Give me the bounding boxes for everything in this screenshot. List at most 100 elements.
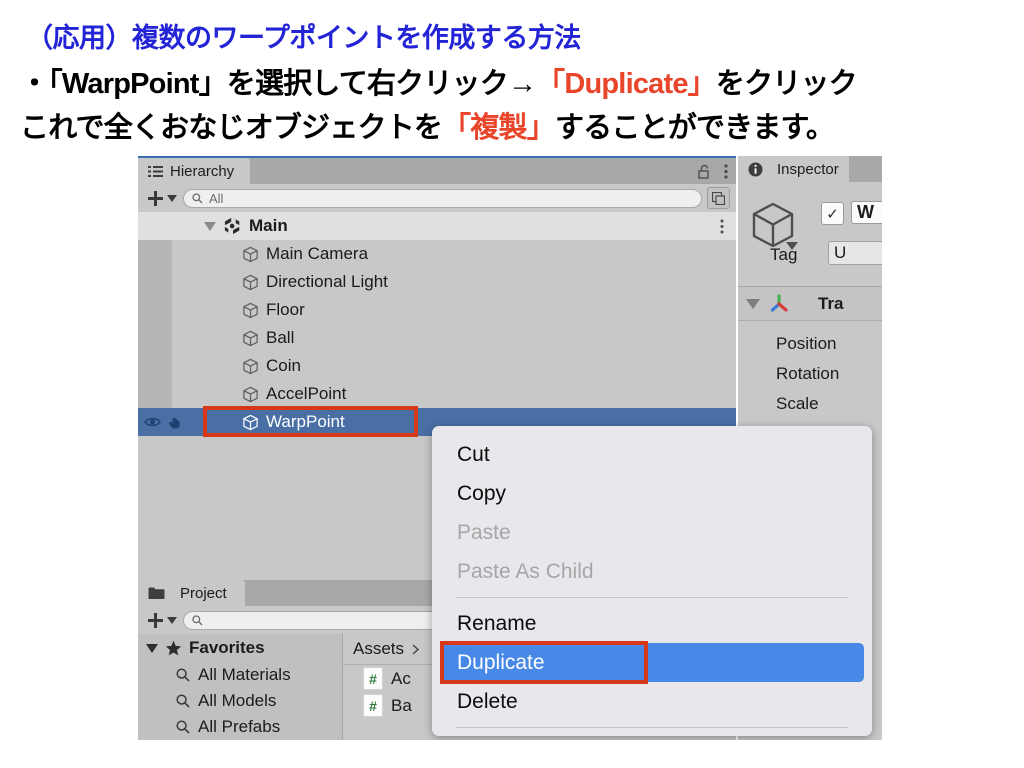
hierarchy-toolbar: All <box>138 184 736 212</box>
hierarchy-item-label: Directional Light <box>266 272 388 291</box>
cube-icon <box>242 246 259 263</box>
hierarchy-item-ball[interactable]: Ball <box>138 324 736 352</box>
warppoint-gutter-icons <box>144 408 182 436</box>
context-menu-item-cut[interactable]: Cut <box>432 435 872 474</box>
hierarchy-item-main-camera[interactable]: Main Camera <box>138 240 736 268</box>
favorites-label: Favorites <box>189 638 265 657</box>
context-menu-item-duplicate-label: Duplicate <box>457 650 545 674</box>
context-menu-item-copy[interactable]: Copy <box>432 474 872 513</box>
search-icon <box>176 720 190 734</box>
project-favorites-tree: Favorites All Materials All Models All P… <box>138 634 343 740</box>
context-menu-separator <box>456 597 848 598</box>
tab-hierarchy-label: Hierarchy <box>170 162 235 180</box>
transform-rotation-label: Rotation <box>776 364 840 383</box>
hierarchy-search-value: All <box>209 190 224 206</box>
folder-icon <box>148 586 165 600</box>
hierarchy-item-directional-light[interactable]: Directional Light <box>138 268 736 296</box>
bullet-line-2-part-a: これで全くおなじオブジェクトを <box>20 112 443 144</box>
unity-editor-screenshot: Hierarchy All Main Main Camera Direction… <box>138 156 882 740</box>
transform-scale-label: Scale <box>776 394 819 413</box>
favorites-item-label: All Prefabs <box>198 717 281 736</box>
favorites-item-all-materials[interactable]: All Materials <box>138 662 342 688</box>
search-icon <box>192 614 203 626</box>
slide-title: （応用）複数のワープポイントを作成する方法 <box>26 23 581 53</box>
hierarchy-item-label: Ball <box>266 328 295 347</box>
hierarchy-item-label: WarpPoint <box>266 412 345 431</box>
star-icon <box>165 640 182 657</box>
triangle-down-icon[interactable] <box>204 221 216 231</box>
hierarchy-list-icon <box>148 165 163 178</box>
triangle-down-icon[interactable] <box>746 298 760 309</box>
favorites-item-all-prefabs[interactable]: All Prefabs <box>138 714 342 740</box>
hierarchy-item-floor[interactable]: Floor <box>138 296 736 324</box>
slide-bullet-line-2: これで全くおなじオブジェクトを「複製」することができます。 <box>20 104 835 146</box>
hierarchy-search-input[interactable]: All <box>183 188 702 208</box>
unity-scene-icon <box>224 217 242 235</box>
lock-open-icon[interactable] <box>698 164 711 179</box>
context-menu-item-duplicate[interactable]: Duplicate <box>440 641 864 684</box>
favorites-item-all-models[interactable]: All Models <box>138 688 342 714</box>
hierarchy-item-label: Main Camera <box>266 244 369 263</box>
context-menu: Cut Copy Paste Paste As Child Rename Dup… <box>432 426 872 736</box>
create-object-button[interactable] <box>147 190 177 207</box>
cube-icon <box>242 330 259 347</box>
bullet-line-1-accent: 「Duplicate」 <box>536 68 717 100</box>
hierarchy-tabbar: Hierarchy <box>138 158 736 184</box>
hierarchy-scene-label: Main <box>249 216 288 235</box>
tab-inspector-label: Inspector <box>777 160 839 178</box>
hierarchy-item-coin[interactable]: Coin <box>138 352 736 380</box>
bullet-line-2-part-b: することができます。 <box>554 112 835 144</box>
hierarchy-item-label: AccelPoint <box>266 384 347 403</box>
tag-dropdown[interactable]: U <box>828 241 882 265</box>
triangle-down-icon[interactable] <box>146 643 158 653</box>
context-menu-item-paste: Paste <box>457 520 511 544</box>
cube-icon <box>242 386 259 403</box>
csharp-script-icon: # <box>363 694 383 717</box>
info-circle-icon <box>748 162 763 177</box>
cube-icon <box>242 414 259 431</box>
asset-label: Ac <box>391 668 411 688</box>
open-in-window-icon[interactable] <box>707 187 730 209</box>
favorites-item-label: All Models <box>198 691 277 710</box>
search-icon <box>192 192 203 204</box>
tab-hierarchy[interactable]: Hierarchy <box>138 158 251 184</box>
hierarchy-tree: Main Main Camera Directional Light Floor… <box>138 212 736 437</box>
context-menu-item-paste-as-child: Paste As Child <box>457 559 594 583</box>
tab-project[interactable]: Project <box>138 580 245 606</box>
context-menu-separator <box>456 727 848 728</box>
eye-icon[interactable] <box>144 416 161 428</box>
asset-label: Ba <box>391 695 412 715</box>
transform-position-label: Position <box>776 334 837 353</box>
chevron-down-icon <box>167 194 177 202</box>
chevron-down-icon <box>167 616 177 624</box>
tab-project-label: Project <box>180 584 227 602</box>
plus-icon <box>147 190 164 207</box>
cube-icon <box>242 274 259 291</box>
bullet-line-1-part-a: ・「WarpPoint」を選択して右クリック→ <box>20 68 537 100</box>
kebab-menu-icon[interactable] <box>724 163 728 179</box>
hierarchy-item-accelpoint[interactable]: AccelPoint <box>138 380 736 408</box>
hierarchy-item-label: Floor <box>266 300 305 319</box>
context-menu-item-rename[interactable]: Rename <box>432 604 872 643</box>
bullet-line-1-part-b: をクリック <box>715 68 858 100</box>
favorites-item-label: All Materials <box>198 665 291 684</box>
object-enabled-checkbox[interactable]: ✓ <box>821 202 844 225</box>
cube-icon <box>242 358 259 375</box>
favorites-root-row[interactable]: Favorites <box>138 634 342 662</box>
hierarchy-scene-row[interactable]: Main <box>138 212 736 240</box>
context-menu-item-delete[interactable]: Delete <box>432 682 872 721</box>
pointer-hand-icon[interactable] <box>168 415 182 429</box>
transform-component-header[interactable]: Tra <box>738 287 882 321</box>
csharp-script-icon: # <box>363 667 383 690</box>
tag-label: Tag <box>770 245 798 264</box>
plus-icon <box>147 612 164 629</box>
search-icon <box>176 668 190 682</box>
tab-inspector[interactable]: Inspector <box>738 156 849 182</box>
breadcrumb-label: Assets <box>353 639 405 658</box>
slide-bullet-line-1: ・「WarpPoint」を選択して右クリック→「Duplicate」をクリック <box>20 60 858 102</box>
project-create-button[interactable] <box>147 612 177 629</box>
object-name-field[interactable]: W <box>851 201 882 224</box>
hierarchy-tab-icons <box>698 158 728 184</box>
scene-kebab-menu-icon[interactable] <box>720 212 724 240</box>
transform-axis-icon <box>768 293 790 315</box>
